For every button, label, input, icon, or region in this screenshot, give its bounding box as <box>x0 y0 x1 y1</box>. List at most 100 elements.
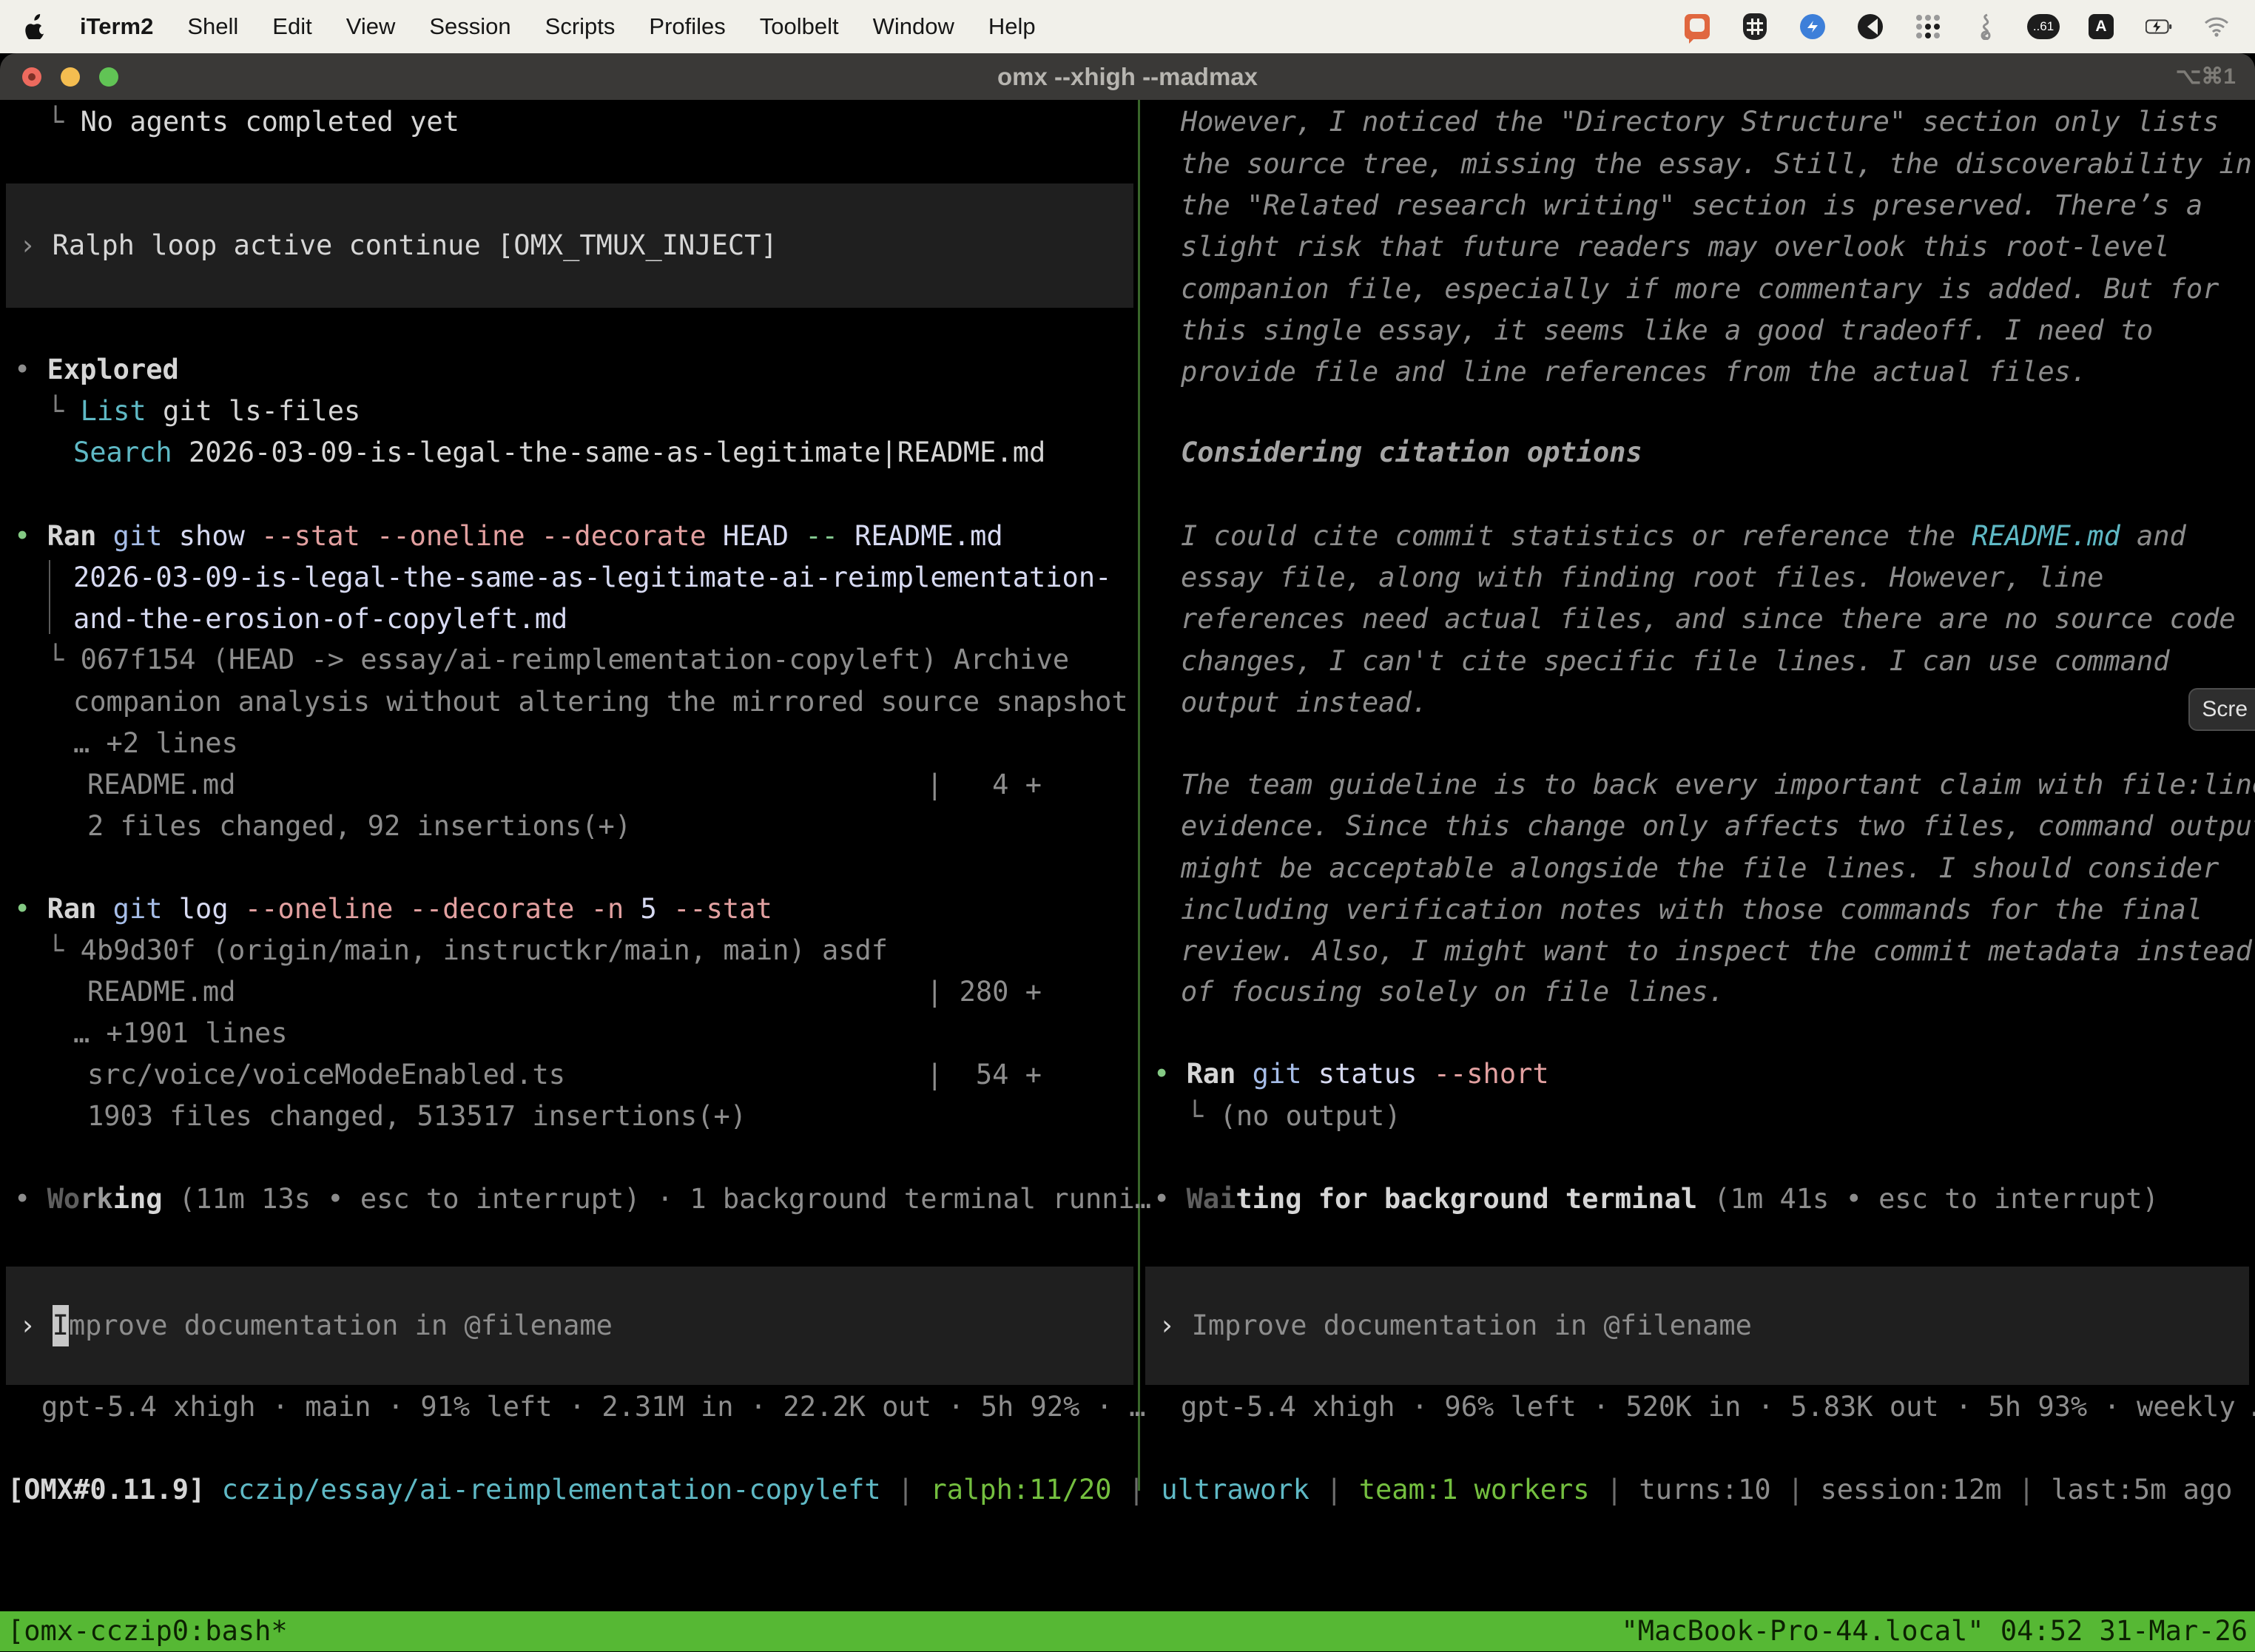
prompt-chevron: › <box>19 1305 36 1346</box>
thought-para3-line: evidence. Since this change only affects… <box>1181 806 2255 847</box>
thought-heading: Considering citation options <box>1181 432 1642 473</box>
omx-version: [OMX#0.11.9] <box>7 1474 205 1506</box>
tree-connector <box>49 560 50 634</box>
prompt-input-right[interactable]: › Improve documentation in @filename <box>1145 1267 2249 1385</box>
dots-grid-icon[interactable] <box>1915 13 1941 40</box>
thought-para2-line: output instead. <box>1181 682 1428 724</box>
thought-para2-line: essay file, along with finding root file… <box>1181 557 2103 599</box>
ran-git-status-line: • Ran git status --short <box>1153 1053 1549 1095</box>
prompt-input-left[interactable]: › Improve documentation in @filename <box>6 1267 1133 1385</box>
menu-toolbelt[interactable]: Toolbelt <box>760 13 839 40</box>
apple-menu-icon[interactable] <box>25 14 47 39</box>
text-cursor: I <box>53 1305 69 1346</box>
menu-session[interactable]: Session <box>429 13 510 40</box>
git-log-summary: 1903 files changed, 513517 insertions(+) <box>87 1096 746 1137</box>
menu-edit[interactable]: Edit <box>272 13 311 40</box>
dark-circle-icon[interactable] <box>1857 13 1884 40</box>
minimize-button[interactable] <box>61 67 80 87</box>
thought-para1-line: slight risk that future readers may over… <box>1181 226 2170 268</box>
thought-para3-line: review. Also, I might want to inspect th… <box>1181 931 2252 972</box>
keyboard-layout-icon[interactable]: A <box>2088 13 2114 40</box>
git-log-out1: └ 4b9d30f (origin/main, instructkr/main,… <box>47 930 888 971</box>
git-log-stat-row2: src/voice/voiceModeEnabled.ts| 54 + <box>87 1054 1042 1096</box>
git-show-out2: companion analysis without altering the … <box>73 681 1128 723</box>
git-show-stat-row: README.md| 4 + <box>87 764 1042 806</box>
model-status-right: gpt-5.4 xhigh · 96% left · 520K in · 5.8… <box>1181 1386 2255 1428</box>
omx-status-bar: [OMX#0.11.9] cczip/essay/ai-reimplementa… <box>7 1469 2232 1511</box>
thought-para3-line: of focusing solely on file lines. <box>1181 971 1725 1013</box>
git-log-out2: … +1901 lines <box>73 1013 288 1054</box>
ran-git-show-line: • Ran git show --stat --oneline --decora… <box>14 516 1003 557</box>
no-agents-line: └ No agents completed yet <box>47 101 459 143</box>
menu-iterm2[interactable]: iTerm2 <box>80 13 153 40</box>
pane-divider[interactable] <box>1138 100 1140 1491</box>
omx-ralph-counter: ralph:11/20 <box>930 1474 1111 1506</box>
git-show-wrap2: and-the-erosion-of-copyleft.md <box>73 599 567 640</box>
git-show-summary: 2 files changed, 92 insertions(+) <box>87 806 631 847</box>
menu-status-icons: ..61 A <box>1684 13 2230 40</box>
thought-para1-line: the "Related research writing" section i… <box>1181 185 2202 226</box>
menu-shell[interactable]: Shell <box>187 13 238 40</box>
thought-para1-line: provide file and line references from th… <box>1181 351 2087 393</box>
ran-git-log-line: • Ran git log --oneline --decorate -n 5 … <box>14 889 772 930</box>
window-title-bar: omx --xhigh --madmax ⌥⌘1 <box>0 53 2255 100</box>
omx-last: last:5m ago <box>2051 1474 2232 1506</box>
omx-turns: turns:10 <box>1639 1474 1770 1506</box>
zoom-button[interactable] <box>99 67 118 87</box>
ralph-loop-text: Ralph loop active continue [OMX_TMUX_INJ… <box>53 225 778 266</box>
terminal-content: └ No agents completed yet › Ralph loop a… <box>0 100 2255 1651</box>
thought-para3-line: might be acceptable alongside the file l… <box>1181 848 2219 889</box>
macos-menu-bar: iTerm2 Shell Edit View Session Scripts P… <box>0 0 2255 53</box>
tmux-status-bar: [omx-cczip0:bash* "MacBook-Pro-44.local"… <box>0 1611 2255 1651</box>
thought-para3-line: The team guideline is to back every impo… <box>1181 764 2255 806</box>
menu-view[interactable]: View <box>346 13 396 40</box>
tmux-host-time: "MacBook-Pro-44.local" 04:52 31-Mar-26 <box>1622 1611 2248 1652</box>
badge-61-icon[interactable]: ..61 <box>2030 13 2057 40</box>
wifi-icon[interactable] <box>2203 13 2230 40</box>
omx-mode: ultrawork <box>1161 1474 1309 1506</box>
thought-para1-line: companion file, especially if more comme… <box>1181 269 2219 310</box>
close-button[interactable] <box>22 67 41 87</box>
thought-para1-line: this single essay, it seems like a good … <box>1181 310 2153 351</box>
model-status-left: gpt-5.4 xhigh · main · 91% left · 2.31M … <box>41 1386 1145 1428</box>
window-title: omx --xhigh --madmax <box>997 63 1258 91</box>
git-show-wrap1: 2026-03-09-is-legal-the-same-as-legitima… <box>73 557 1111 599</box>
git-status-output: └ (no output) <box>1187 1096 1401 1137</box>
chat-icon[interactable] <box>1684 13 1710 40</box>
omx-branch-path: cczip/essay/ai-reimplementation-copyleft <box>222 1474 881 1506</box>
placeholder-text: mprove documentation in @filename <box>69 1305 613 1346</box>
thought-para1-line: However, I noticed the "Directory Struct… <box>1181 101 2219 143</box>
window-hotkey-badge: ⌥⌘1 <box>2176 64 2236 90</box>
omx-team: team:1 workers <box>1359 1474 1590 1506</box>
explored-line: • Explored <box>14 349 179 391</box>
ralph-loop-box: › Ralph loop active continue [OMX_TMUX_I… <box>6 183 1133 308</box>
tmux-window-name[interactable]: [omx-cczip0:bash* <box>7 1611 288 1652</box>
menu-scripts[interactable]: Scripts <box>545 13 616 40</box>
explored-list-line: └ List git ls-files <box>47 391 360 432</box>
prompt-chevron: › <box>1159 1305 1175 1346</box>
git-show-out1: └ 067f154 (HEAD -> essay/ai-reimplementa… <box>47 639 1069 681</box>
thought-para2-line: I could cite commit statistics or refere… <box>1181 516 2186 557</box>
thought-para3-line: including verification notes with those … <box>1181 889 2202 931</box>
menu-profiles[interactable]: Profiles <box>649 13 725 40</box>
thought-para2-line: changes, I can't cite specific file line… <box>1181 641 2170 682</box>
git-show-out3: … +2 lines <box>73 723 238 764</box>
menu-help[interactable]: Help <box>988 13 1036 40</box>
thought-para2-line: references need actual files, and since … <box>1181 599 2236 640</box>
traffic-lights <box>22 53 118 100</box>
battery-icon[interactable] <box>2146 13 2172 40</box>
prompt-chevron: › <box>19 225 36 266</box>
working-status-line: • Working (11m 13s • esc to interrupt) ·… <box>14 1179 1151 1220</box>
git-log-stat-row1: README.md| 280 + <box>87 971 1042 1013</box>
readme-link: README.md <box>1972 520 2120 552</box>
zap-circle-icon[interactable] <box>1799 13 1826 40</box>
waiting-status-line: • Waiting for background terminal (1m 41… <box>1153 1179 2159 1220</box>
thought-para1-line: the source tree, missing the essay. Stil… <box>1181 144 2252 185</box>
screen-toast: Scre <box>2188 688 2255 731</box>
placeholder-text: Improve documentation in @filename <box>1192 1305 1752 1346</box>
squiggle-icon[interactable] <box>1972 13 1999 40</box>
shield-grid-icon[interactable] <box>1742 13 1768 40</box>
menu-window[interactable]: Window <box>873 13 954 40</box>
omx-session: session:12m <box>1820 1474 2001 1506</box>
explored-search-line: Search 2026-03-09-is-legal-the-same-as-l… <box>73 432 1045 473</box>
